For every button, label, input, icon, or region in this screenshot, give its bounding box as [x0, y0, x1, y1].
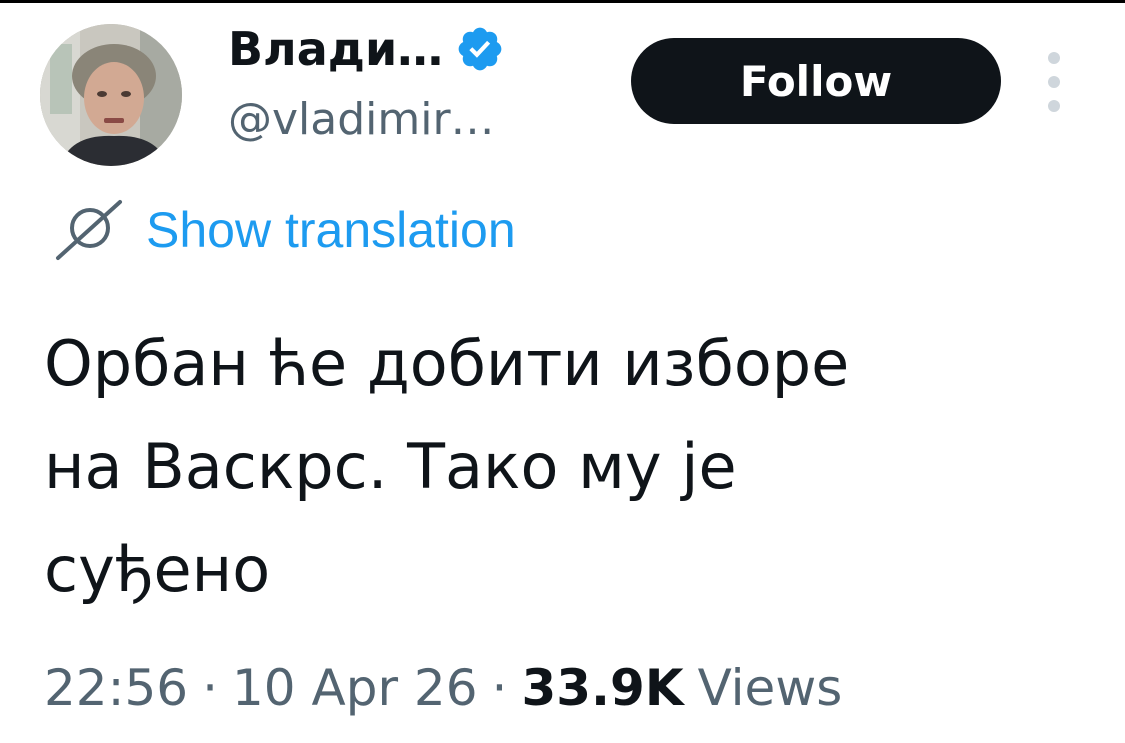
tweet-meta: 22:56 · 10 Apr 26 · 33.9K Views	[44, 650, 842, 726]
display-name[interactable]: Влади…	[228, 26, 443, 72]
profile-photo	[40, 24, 182, 166]
verified-badge-icon	[458, 27, 502, 71]
tweet-text: Орбан ће добити изборе на Васкрс. Тако м…	[44, 312, 1094, 621]
more-vertical-icon[interactable]	[1036, 52, 1072, 112]
author-handle[interactable]: @vladimir…	[228, 95, 495, 144]
tweet-line: на Васкрс. Тако му је	[44, 430, 737, 503]
more-dot	[1048, 52, 1060, 64]
author-name-row[interactable]: Влади…	[228, 14, 505, 84]
meta-separator: ·	[202, 659, 218, 717]
show-translation-label[interactable]: Show translation	[146, 201, 516, 259]
show-translation-link[interactable]: Show translation	[50, 198, 516, 262]
more-dot	[1048, 100, 1060, 112]
views-count: 33.9K	[521, 659, 684, 717]
top-divider	[0, 0, 1125, 3]
tweet-date[interactable]: 10 Apr 26	[232, 659, 478, 717]
follow-button[interactable]: Follow	[631, 38, 1001, 124]
views-label: Views	[697, 659, 843, 717]
globe-icon	[56, 200, 122, 260]
tweet-line: Орбан ће добити изборе	[44, 327, 850, 400]
more-dot	[1048, 76, 1060, 88]
tweet-time[interactable]: 22:56	[44, 659, 188, 717]
meta-separator: ·	[491, 659, 508, 717]
avatar[interactable]	[40, 24, 182, 166]
tweet-line: суђено	[44, 533, 271, 606]
